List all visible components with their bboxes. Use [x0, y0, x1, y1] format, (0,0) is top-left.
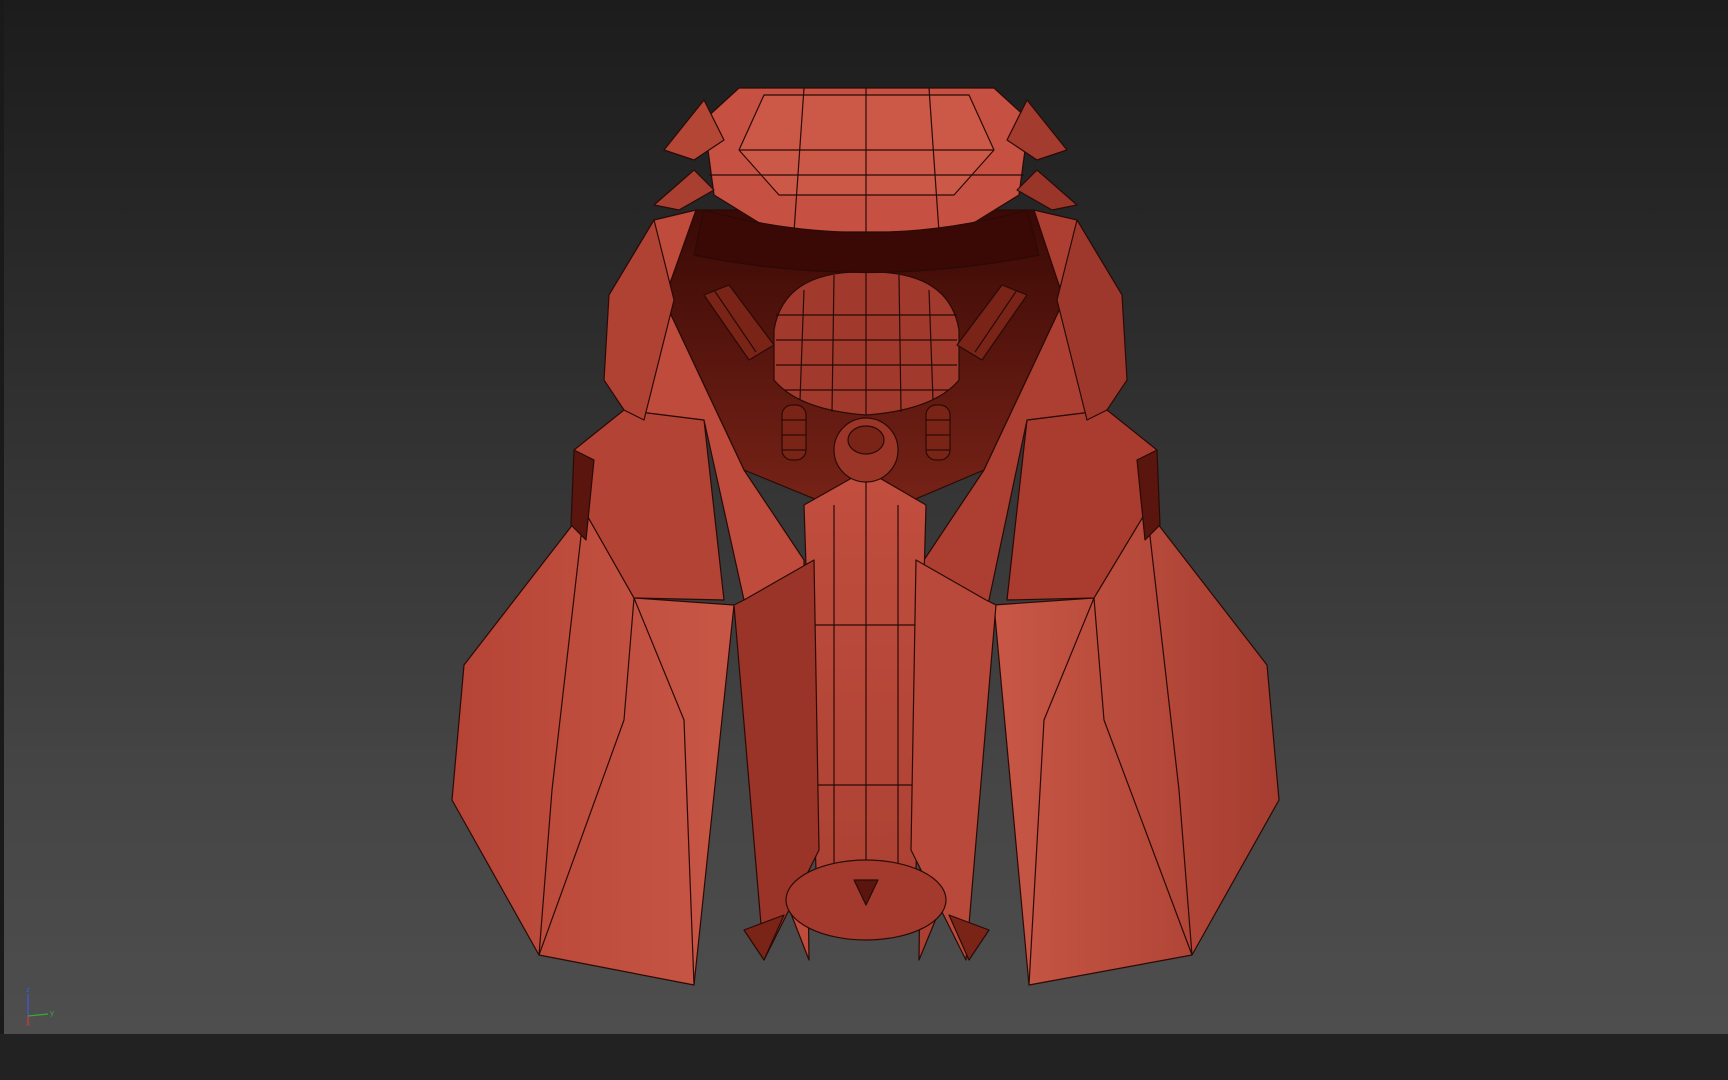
axis-gizmo: z y x [26, 986, 54, 1026]
app-window: z y x [0, 0, 1728, 1080]
left-head-fin-lower [653, 169, 715, 211]
3d-viewport[interactable]: z y x [4, 0, 1728, 1034]
wireframe-model[interactable] [4, 0, 1728, 1034]
x-axis-label: x [26, 1020, 30, 1026]
model-wireframe [451, 87, 1280, 986]
z-axis-label: z [26, 986, 30, 994]
y-axis-line [27, 1013, 49, 1017]
left-thruster [781, 404, 807, 461]
right-thruster [925, 404, 951, 461]
exhaust-ring-inner [847, 425, 885, 455]
right-head-fin-lower [1016, 169, 1078, 211]
viewport-bottom-bar [0, 1034, 1728, 1080]
y-axis-label: y [50, 1009, 54, 1017]
